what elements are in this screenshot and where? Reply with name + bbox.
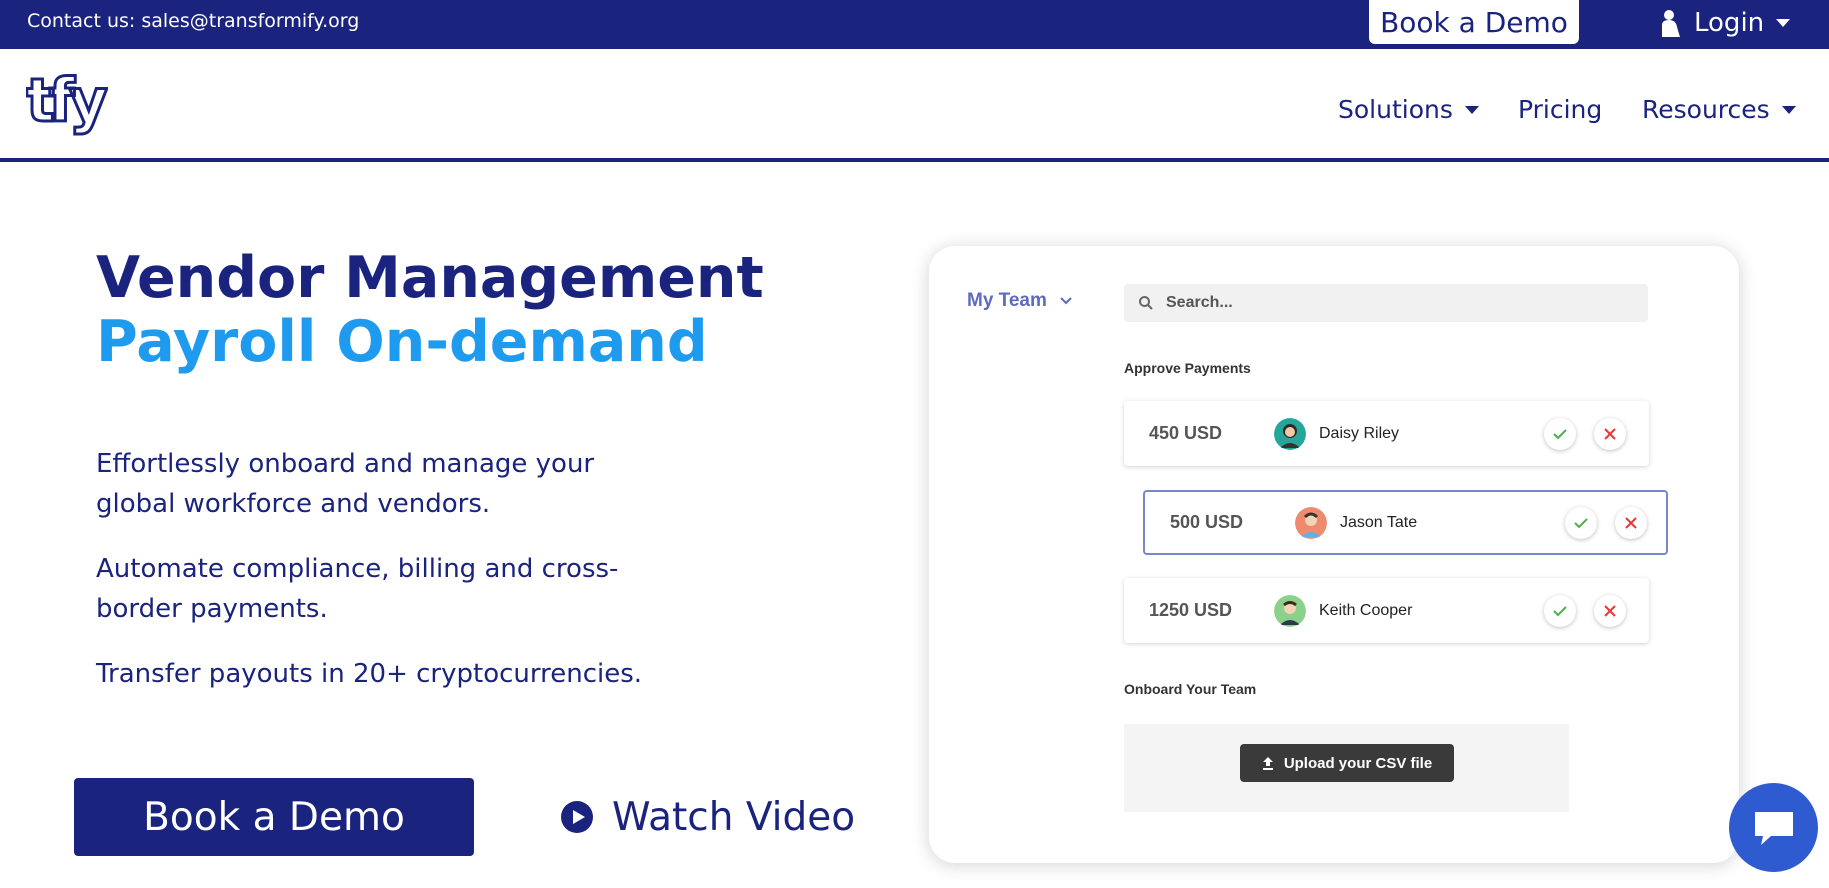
upload-dropzone[interactable]: Upload your CSV file — [1124, 724, 1569, 812]
reject-button[interactable] — [1615, 506, 1647, 539]
approve-button[interactable] — [1544, 594, 1576, 627]
chevron-down-icon — [1060, 297, 1072, 305]
payment-row: 450 USD Daisy Riley — [1124, 401, 1649, 466]
caret-down-icon — [1464, 105, 1479, 114]
avatar — [1274, 594, 1306, 627]
svg-text:tfy: tfy — [26, 69, 108, 136]
payment-row: 500 USD Jason Tate — [1143, 490, 1668, 555]
check-icon — [1553, 428, 1567, 439]
logo-mark: tfy — [25, 65, 116, 138]
approve-button[interactable] — [1544, 417, 1576, 450]
payment-amount: 500 USD — [1170, 512, 1244, 532]
nav-solutions[interactable]: Solutions — [1338, 95, 1479, 124]
payee-name: Keith Cooper — [1319, 601, 1413, 619]
product-preview-card: My Team Search... Approve Payments 450 U… — [929, 246, 1739, 863]
contact-text: Contact us: sales@transformify.org — [27, 10, 360, 32]
chat-widget-button[interactable] — [1729, 783, 1818, 872]
payment-row: 1250 USD Keith Cooper — [1124, 578, 1649, 643]
watch-video-button[interactable]: Watch Video — [560, 790, 855, 844]
search-input[interactable]: Search... — [1124, 284, 1648, 322]
upload-csv-button[interactable]: Upload your CSV file — [1240, 744, 1454, 782]
onboard-team-label: Onboard Your Team — [1124, 681, 1257, 697]
payment-amount: 450 USD — [1149, 423, 1223, 443]
check-icon — [1574, 517, 1588, 528]
nav-solutions-label: Solutions — [1338, 95, 1453, 124]
main-navbar: tfy Solutions Pricing Resources — [0, 49, 1829, 162]
upload-icon — [1262, 757, 1273, 770]
login-menu[interactable]: Login — [1660, 6, 1791, 40]
user-icon — [1662, 10, 1680, 37]
team-selector-label: My Team — [967, 290, 1047, 311]
payment-amount: 1250 USD — [1149, 600, 1233, 620]
avatar — [1274, 417, 1306, 450]
team-selector[interactable]: My Team — [967, 290, 1073, 312]
nav-resources[interactable]: Resources — [1642, 95, 1796, 124]
book-demo-button[interactable]: Book a Demo — [74, 778, 474, 856]
top-bar: Contact us: sales@transformify.org Book … — [0, 0, 1829, 49]
login-label: Login — [1694, 8, 1765, 38]
approve-payments-label: Approve Payments — [1124, 360, 1251, 376]
nav-pricing[interactable]: Pricing — [1518, 95, 1602, 124]
avatar — [1295, 506, 1327, 539]
play-circle-icon — [561, 801, 593, 833]
payee-name: Daisy Riley — [1319, 424, 1400, 442]
chat-icon — [1754, 811, 1793, 845]
reject-button[interactable] — [1594, 594, 1626, 627]
close-icon — [1604, 604, 1616, 617]
hero-subtitle: Payroll On-demand — [96, 309, 708, 375]
reject-button[interactable] — [1594, 417, 1626, 450]
approve-button[interactable] — [1565, 506, 1597, 539]
search-placeholder: Search... — [1166, 294, 1233, 311]
watch-video-label: Watch Video — [612, 794, 856, 840]
caret-down-icon — [1776, 19, 1791, 27]
check-icon — [1553, 605, 1567, 616]
close-icon — [1604, 427, 1616, 440]
upload-csv-label: Upload your CSV file — [1283, 754, 1433, 772]
payee-name: Jason Tate — [1340, 513, 1418, 531]
tfy-logo[interactable]: tfy — [25, 65, 116, 146]
top-book-demo-button[interactable]: Book a Demo — [1369, 0, 1579, 44]
hero-paragraph-1: Effortlessly onboard and manage your glo… — [96, 449, 595, 519]
caret-down-icon — [1781, 105, 1796, 114]
search-icon — [1139, 296, 1153, 310]
nav-resources-label: Resources — [1642, 95, 1770, 124]
hero-title: Vendor Management — [96, 245, 764, 311]
hero-paragraph-3: Transfer payouts in 20+ cryptocurrencies… — [96, 659, 643, 689]
nav-pricing-label: Pricing — [1518, 95, 1603, 124]
close-icon — [1625, 516, 1637, 529]
hero-paragraph-2: Automate compliance, billing and cross-b… — [96, 554, 619, 624]
